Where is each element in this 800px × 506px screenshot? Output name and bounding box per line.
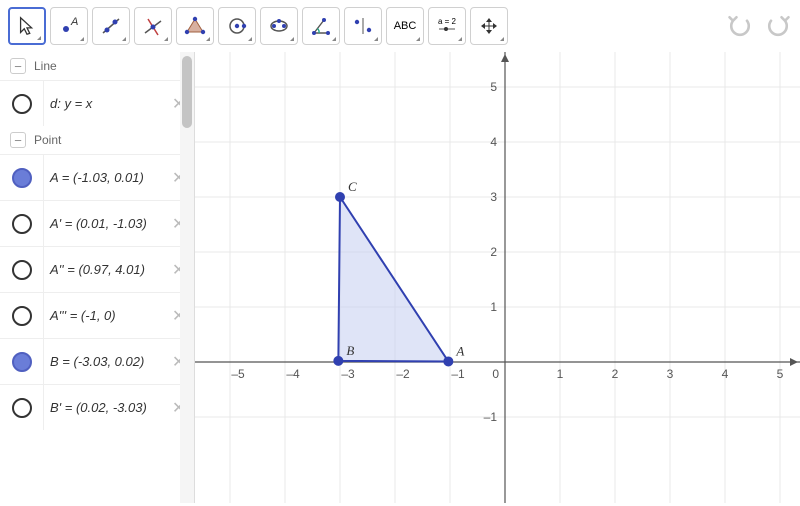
- move-arrows-icon: [478, 15, 500, 37]
- circle-center-icon: [226, 15, 248, 37]
- svg-text:0: 0: [492, 367, 499, 381]
- polygon-icon: [184, 15, 206, 37]
- algebra-item[interactable]: B' = (0.02, -3.03) ✕: [0, 384, 194, 430]
- visibility-toggle[interactable]: [0, 201, 44, 246]
- svg-text:A: A: [70, 16, 78, 28]
- polygon-tool[interactable]: [176, 7, 214, 45]
- point-A[interactable]: [443, 356, 453, 366]
- text-icon: ABC: [394, 20, 417, 32]
- svg-text:2: 2: [612, 367, 619, 381]
- svg-text:4: 4: [722, 367, 729, 381]
- visibility-circle-icon: [12, 214, 32, 234]
- undo-button[interactable]: [726, 12, 754, 40]
- collapse-icon[interactable]: −: [10, 58, 26, 74]
- ellipse-icon: [268, 15, 290, 37]
- visibility-toggle[interactable]: [0, 385, 44, 430]
- algebra-item[interactable]: A'' = (0.97, 4.01) ✕: [0, 246, 194, 292]
- section-header-line[interactable]: −Line: [0, 52, 194, 80]
- item-expression: B = (-3.03, 0.02): [44, 354, 172, 369]
- svg-text:5: 5: [490, 80, 497, 94]
- point-B[interactable]: [333, 356, 343, 366]
- svg-text:4: 4: [490, 135, 497, 149]
- algebra-scrollbar[interactable]: [180, 52, 194, 503]
- angle-tool[interactable]: [302, 7, 340, 45]
- visibility-circle-icon: [12, 352, 32, 372]
- algebra-item[interactable]: A = (-1.03, 0.01) ✕: [0, 154, 194, 200]
- algebra-panel: −Line d: y = x ✕−Point A = (-1.03, 0.01)…: [0, 52, 195, 503]
- redo-button[interactable]: [764, 12, 792, 40]
- svg-text:2: 2: [490, 245, 497, 259]
- perpendicular-icon: [142, 15, 164, 37]
- visibility-toggle[interactable]: [0, 155, 44, 200]
- visibility-toggle[interactable]: [0, 293, 44, 338]
- algebra-item[interactable]: d: y = x ✕: [0, 80, 194, 126]
- move-tool[interactable]: [8, 7, 46, 45]
- svg-text:1: 1: [557, 367, 564, 381]
- toolbar: A ABC a = 2: [0, 0, 800, 52]
- point-icon: A: [58, 15, 80, 37]
- svg-text:3: 3: [667, 367, 674, 381]
- perpendicular-tool[interactable]: [134, 7, 172, 45]
- algebra-item[interactable]: A' = (0.01, -1.03) ✕: [0, 200, 194, 246]
- cursor-icon: [16, 15, 38, 37]
- section-label: Line: [34, 59, 57, 73]
- scrollbar-thumb[interactable]: [182, 56, 192, 128]
- item-expression: A'' = (0.97, 4.01): [44, 262, 172, 277]
- point-C[interactable]: [335, 192, 345, 202]
- point-label-B: B: [346, 343, 354, 358]
- triangle-shape[interactable]: [338, 197, 448, 361]
- section-label: Point: [34, 133, 61, 147]
- svg-text:–1: –1: [451, 367, 465, 381]
- text-tool[interactable]: ABC: [386, 7, 424, 45]
- graphics-view[interactable]: –5–4–3–2–1012345–1123456ABC: [195, 52, 800, 503]
- slider-tool[interactable]: a = 2: [428, 7, 466, 45]
- algebra-item[interactable]: A''' = (-1, 0) ✕: [0, 292, 194, 338]
- point-label-C: C: [348, 179, 357, 194]
- svg-text:–4: –4: [286, 367, 300, 381]
- item-expression: A' = (0.01, -1.03): [44, 216, 172, 231]
- svg-text:3: 3: [490, 190, 497, 204]
- svg-text:5: 5: [777, 367, 784, 381]
- reflect-tool[interactable]: [344, 7, 382, 45]
- visibility-circle-icon: [12, 94, 32, 114]
- visibility-toggle[interactable]: [0, 339, 44, 384]
- visibility-circle-icon: [12, 398, 32, 418]
- item-expression: A = (-1.03, 0.01): [44, 170, 172, 185]
- line-icon: [100, 15, 122, 37]
- circle-point-tool[interactable]: [218, 7, 256, 45]
- visibility-toggle[interactable]: [0, 247, 44, 292]
- svg-text:1: 1: [490, 300, 497, 314]
- svg-text:–2: –2: [396, 367, 410, 381]
- line-tool[interactable]: [92, 7, 130, 45]
- svg-text:–3: –3: [341, 367, 355, 381]
- visibility-circle-icon: [12, 260, 32, 280]
- angle-icon: [310, 15, 332, 37]
- visibility-circle-icon: [12, 306, 32, 326]
- ellipse-tool[interactable]: [260, 7, 298, 45]
- reflect-icon: [352, 15, 374, 37]
- item-expression: A''' = (-1, 0): [44, 308, 172, 323]
- visibility-circle-icon: [12, 168, 32, 188]
- point-tool[interactable]: A: [50, 7, 88, 45]
- item-expression: B' = (0.02, -3.03): [44, 400, 172, 415]
- svg-text:–5: –5: [231, 367, 245, 381]
- slider-icon: a = 2: [438, 18, 456, 34]
- collapse-icon[interactable]: −: [10, 132, 26, 148]
- algebra-item[interactable]: B = (-3.03, 0.02) ✕: [0, 338, 194, 384]
- svg-text:–1: –1: [484, 410, 498, 424]
- section-header-point[interactable]: −Point: [0, 126, 194, 154]
- visibility-toggle[interactable]: [0, 81, 44, 126]
- move-view-tool[interactable]: [470, 7, 508, 45]
- point-label-A: A: [455, 343, 464, 358]
- item-expression: d: y = x: [44, 96, 172, 111]
